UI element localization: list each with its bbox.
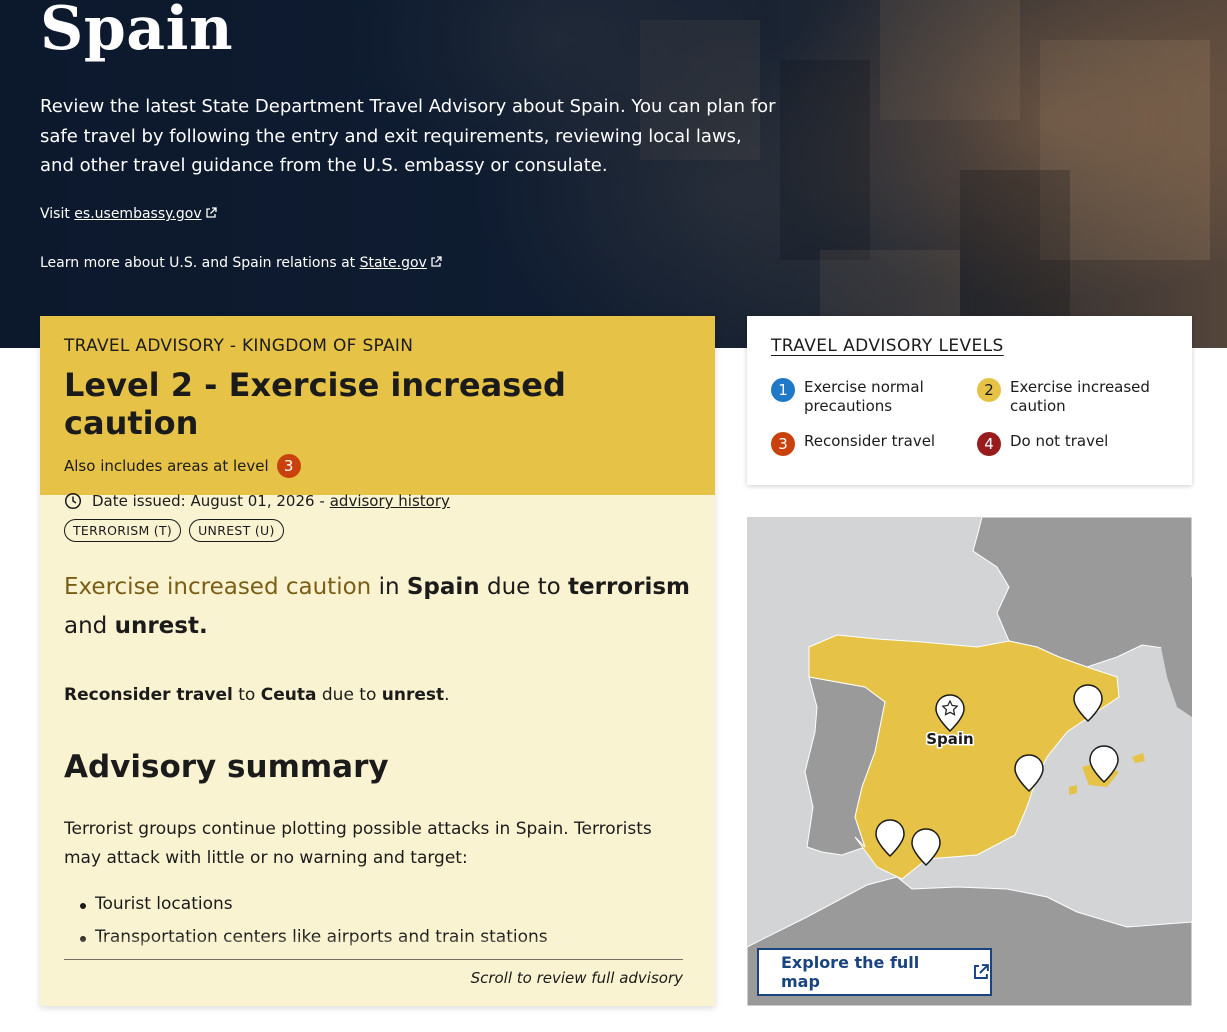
advisory-map[interactable]: Spain Explore the full map	[747, 517, 1192, 1006]
page-title: Spain	[40, 0, 234, 64]
reconsider-to: to	[238, 685, 256, 705]
map-canvas: Spain	[747, 517, 1192, 1006]
lead-country: Spain	[406, 574, 480, 600]
also-includes-text: Also includes areas at level	[64, 457, 269, 475]
explore-map-button[interactable]: Explore the full map	[757, 948, 992, 996]
level-4-badge: 4	[977, 432, 1001, 456]
reconsider-action: Reconsider travel	[64, 685, 233, 705]
level-2-badge: 2	[977, 378, 1001, 402]
level-3-item: 3 Reconsider travel	[771, 432, 954, 456]
state-gov-link[interactable]: State.gov	[360, 255, 427, 271]
reconsider-reason: unrest	[381, 685, 445, 705]
advisory-header: TRAVEL ADVISORY - KINGDOM OF SPAIN Level…	[40, 316, 715, 510]
advisory-levels-card: TRAVEL ADVISORY LEVELS 1 Exercise normal…	[747, 316, 1192, 485]
hero-description: Review the latest State Department Trave…	[40, 96, 776, 176]
lead-due-to: due to	[486, 574, 561, 600]
relations-prefix: Learn more about U.S. and Spain relation…	[40, 255, 356, 271]
scroll-note: Scroll to review full advisory	[470, 969, 683, 987]
advisory-summary-text: Terrorist groups continue plotting possi…	[64, 819, 652, 868]
lead-reason-unrest: unrest.	[114, 613, 208, 639]
reconsider-due-to: due to	[321, 685, 377, 705]
lead-in: in	[378, 574, 400, 600]
reconsider-end: .	[444, 685, 450, 705]
advisory-body: TERRORISM (T) UNREST (U) Exercise increa…	[40, 495, 715, 1006]
external-link-icon	[431, 256, 442, 267]
relations-link-row: Learn more about U.S. and Spain relation…	[40, 255, 442, 271]
embassy-link-row: Visit es.usembassy.gov	[40, 206, 217, 222]
lead-and: and	[64, 613, 108, 639]
map-country-label: Spain	[926, 730, 973, 748]
list-item: Tourist locations	[80, 888, 691, 921]
level-1-item: 1 Exercise normal precautions	[771, 378, 954, 416]
external-link-icon	[205, 207, 217, 218]
advisory-lead: Exercise increased caution in Spain due …	[64, 568, 691, 646]
level-3-badge: 3	[771, 432, 795, 456]
reconsider-place: Ceuta	[260, 685, 317, 705]
scroll-divider	[64, 959, 683, 960]
level-4-label: Do not travel	[1010, 432, 1109, 450]
also-includes-row: Also includes areas at level 3	[64, 454, 691, 478]
levels-legend: 1 Exercise normal precautions 2 Exercise…	[771, 378, 1168, 468]
tag-unrest: UNREST (U)	[189, 519, 284, 542]
level-1-badge: 1	[771, 378, 795, 402]
advisory-level-title: Level 2 - Exercise increased caution	[64, 366, 566, 442]
travel-advisory-card: TRAVEL ADVISORY - KINGDOM OF SPAIN Level…	[40, 316, 715, 1006]
reconsider-line: Reconsider travel to Ceuta due to unrest…	[64, 685, 691, 705]
risk-tags: TERRORISM (T) UNREST (U)	[64, 519, 691, 542]
level-2-label: Exercise increased caution	[1010, 378, 1150, 415]
tag-terrorism: TERRORISM (T)	[64, 519, 182, 542]
embassy-link[interactable]: es.usembassy.gov	[74, 206, 201, 222]
lead-highlight: Exercise increased caution	[64, 574, 372, 600]
level-2-item: 2 Exercise increased caution	[977, 378, 1160, 416]
hero-banner: Spain Review the latest State Department…	[0, 0, 1227, 348]
advisory-summary-heading: Advisory summary	[64, 749, 389, 785]
level-3-badge: 3	[276, 454, 301, 478]
advisory-levels-link[interactable]: TRAVEL ADVISORY LEVELS	[771, 336, 1004, 356]
level-4-item: 4 Do not travel	[977, 432, 1160, 456]
explore-map-label: Explore the full map	[781, 953, 920, 991]
lead-reason-terrorism: terrorism	[568, 574, 690, 600]
visit-prefix: Visit	[40, 206, 70, 222]
level-1-label: Exercise normal precautions	[804, 378, 924, 415]
advisory-kicker: TRAVEL ADVISORY - KINGDOM OF SPAIN	[64, 336, 414, 356]
level-3-label: Reconsider travel	[804, 432, 936, 450]
external-link-icon	[974, 964, 990, 979]
